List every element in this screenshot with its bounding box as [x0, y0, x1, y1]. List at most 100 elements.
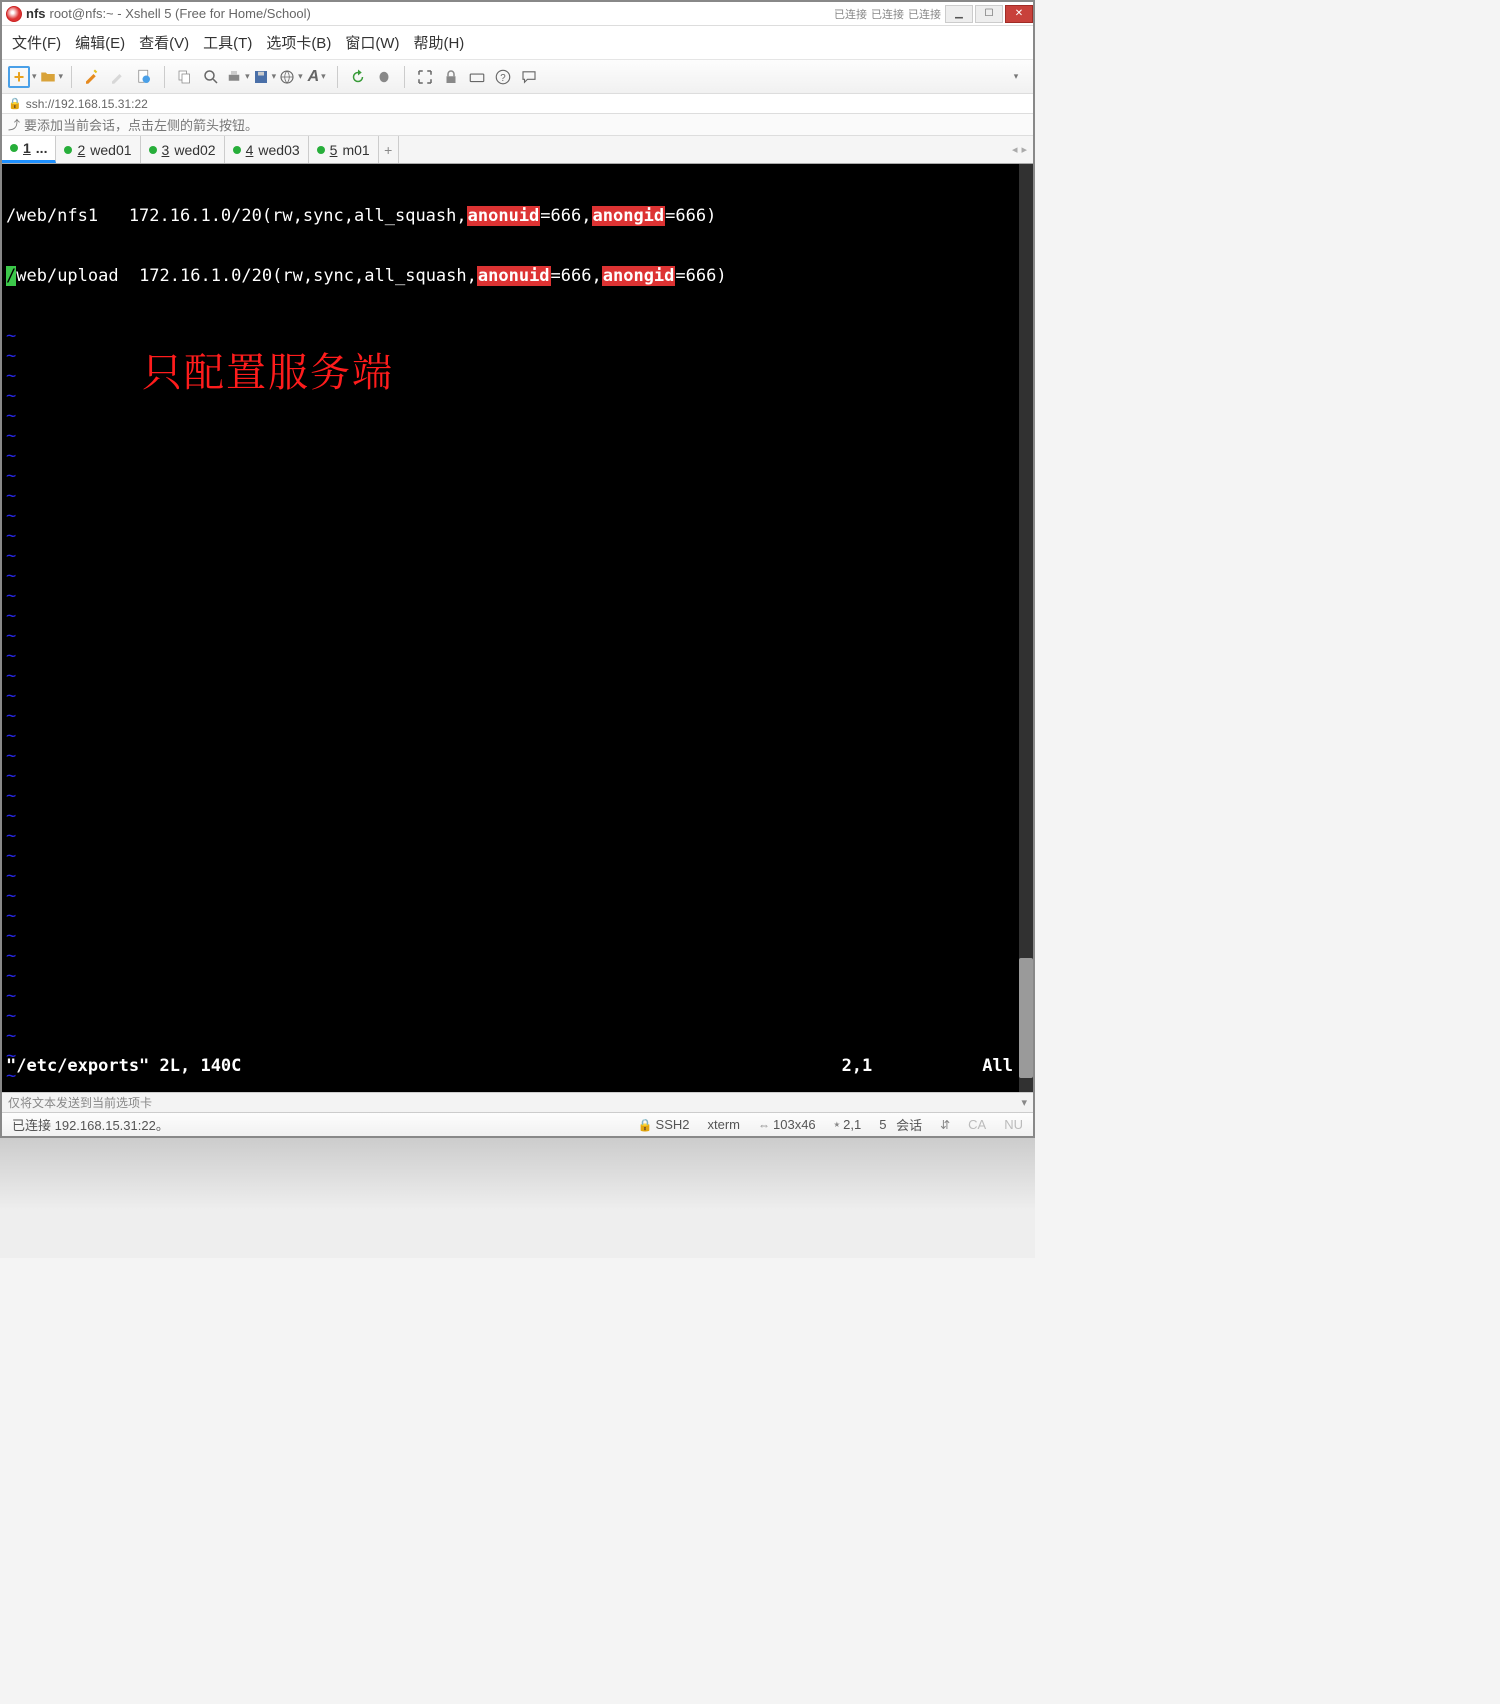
- find-button[interactable]: [199, 64, 223, 90]
- status-session-count: 5: [879, 1117, 886, 1132]
- status-caps: CA: [964, 1117, 990, 1132]
- menu-tabs[interactable]: 选项卡(B): [266, 32, 331, 53]
- menu-help[interactable]: 帮助(H): [413, 32, 464, 53]
- tab-scroll-right-icon[interactable]: ▸: [1021, 143, 1027, 156]
- lock-button[interactable]: [439, 64, 463, 90]
- address-url[interactable]: ssh://192.168.15.31:22: [26, 97, 148, 111]
- folder-icon: [39, 68, 57, 86]
- status-termtype: xterm: [704, 1117, 745, 1132]
- vim-tilde-line: ~: [6, 646, 1033, 666]
- connect-button[interactable]: [80, 64, 104, 90]
- tab-status-dot: [149, 146, 157, 154]
- vim-tilde-line: ~: [6, 986, 1033, 1006]
- help-icon: ?: [494, 68, 512, 86]
- terminal-line: /web/upload 172.16.1.0/20(rw,sync,all_sq…: [6, 266, 1033, 286]
- vim-cursor-pos: 2,1: [842, 1056, 873, 1076]
- menubar: 文件(F) 编辑(E) 查看(V) 工具(T) 选项卡(B) 窗口(W) 帮助(…: [2, 26, 1033, 60]
- vim-tilde-line: ~: [6, 426, 1033, 446]
- annotation-text: 只配置服务端: [142, 360, 394, 380]
- vim-tilde-line: ~: [6, 406, 1033, 426]
- save-button[interactable]: [252, 64, 277, 90]
- font-button[interactable]: A: [305, 64, 329, 90]
- vim-tilde-line: ~: [6, 606, 1033, 626]
- menu-edit[interactable]: 编辑(E): [75, 32, 125, 53]
- vim-tilde-line: ~: [6, 786, 1033, 806]
- vim-tilde-line: ~: [6, 906, 1033, 926]
- tab-scroll-left-icon[interactable]: ◂: [1012, 143, 1018, 156]
- toolbar: +: [2, 60, 1033, 94]
- menu-window[interactable]: 窗口(W): [345, 32, 399, 53]
- minimize-button[interactable]: ▁: [945, 5, 973, 23]
- tab-status-dot: [317, 146, 325, 154]
- conn-status-2: 已连接: [871, 6, 904, 22]
- tab-label: wed01: [90, 142, 131, 158]
- tab-status-dot: [233, 146, 241, 154]
- vim-tilde-line: ~: [6, 746, 1033, 766]
- hint-text: 要添加当前会话，点击左侧的箭头按钮。: [24, 115, 258, 134]
- keyboard-button[interactable]: [465, 64, 489, 90]
- tab-3[interactable]: 3 wed02: [141, 136, 225, 163]
- arrows-icon: ⇵: [940, 1118, 950, 1132]
- terminal-scrollbar[interactable]: [1019, 164, 1033, 1092]
- tab-number: 4: [246, 142, 254, 158]
- refresh-icon: [349, 68, 367, 86]
- terminal[interactable]: /web/nfs1 172.16.1.0/20(rw,sync,all_squa…: [2, 164, 1033, 1092]
- send-mode-text: 仅将文本发送到当前选项卡: [8, 1094, 152, 1111]
- hint-bar: ⤴ 要添加当前会话，点击左侧的箭头按钮。: [2, 114, 1033, 136]
- copy-button[interactable]: [173, 64, 197, 90]
- vim-tilde-line: ~: [6, 526, 1033, 546]
- app-icon: [6, 6, 22, 22]
- new-session-button[interactable]: +: [8, 64, 37, 90]
- vim-tilde-line: ~: [6, 886, 1033, 906]
- hint-arrow-icon: ⤴: [8, 116, 20, 133]
- menu-view[interactable]: 查看(V): [139, 32, 189, 53]
- conn-status-3: 已连接: [908, 6, 941, 22]
- status-session-label: 会话: [896, 1115, 922, 1134]
- tab-5[interactable]: 5 m01: [309, 136, 379, 163]
- vim-tilde-line: ~: [6, 766, 1033, 786]
- tab-1[interactable]: 1 ...: [2, 136, 56, 163]
- tab-add-button[interactable]: +: [379, 136, 399, 163]
- lock-small-icon: 🔒: [8, 97, 22, 110]
- session-name: nfs: [26, 6, 46, 21]
- menu-file[interactable]: 文件(F): [12, 32, 61, 53]
- vim-tilde-line: ~: [6, 586, 1033, 606]
- tab-4[interactable]: 4 wed03: [225, 136, 309, 163]
- expand-icon: [416, 68, 434, 86]
- language-button[interactable]: [278, 64, 303, 90]
- vim-status-line: "/etc/exports" 2L, 140C 2,1 All: [2, 1056, 1017, 1076]
- gear-doc-icon: [135, 68, 153, 86]
- vim-tilde-line: ~: [6, 626, 1033, 646]
- fullscreen-button[interactable]: [413, 64, 437, 90]
- close-button[interactable]: ✕: [1005, 5, 1033, 23]
- vim-tilde-line: ~: [6, 666, 1033, 686]
- tab-status-dot: [10, 144, 18, 152]
- send-mode-dropdown-icon[interactable]: ▾: [1021, 1096, 1027, 1109]
- chat-icon: [520, 68, 538, 86]
- refresh-button[interactable]: [346, 64, 370, 90]
- toolbar-overflow[interactable]: [1003, 64, 1027, 90]
- maximize-button[interactable]: ☐: [975, 5, 1003, 23]
- vim-tilde-line: ~: [6, 926, 1033, 946]
- tab-2[interactable]: 2 wed01: [56, 136, 140, 163]
- status-connection: 已连接 192.168.15.31:22。: [8, 1115, 173, 1134]
- disconnect-button[interactable]: [106, 64, 130, 90]
- tab-label: wed02: [174, 142, 215, 158]
- status-bar: 已连接 192.168.15.31:22。 🔒SSH2 xterm ⇔103x4…: [2, 1112, 1033, 1136]
- chat-button[interactable]: [517, 64, 541, 90]
- print-button[interactable]: [225, 64, 250, 90]
- highlight-button[interactable]: [372, 64, 396, 90]
- vim-tilde-line: ~: [6, 966, 1033, 986]
- vim-tilde-line: ~: [6, 506, 1033, 526]
- properties-button[interactable]: [132, 64, 156, 90]
- scrollbar-thumb[interactable]: [1019, 958, 1033, 1078]
- status-ssh: SSH2: [656, 1117, 690, 1132]
- address-bar: 🔒 ssh://192.168.15.31:22: [2, 94, 1033, 114]
- menu-tools[interactable]: 工具(T): [203, 32, 252, 53]
- open-folder-button[interactable]: [39, 64, 64, 90]
- printer-icon: [225, 68, 243, 86]
- tab-number: 5: [330, 142, 338, 158]
- keyboard-icon: [468, 68, 486, 86]
- help-button[interactable]: ?: [491, 64, 515, 90]
- vim-tilde-line: ~: [6, 846, 1033, 866]
